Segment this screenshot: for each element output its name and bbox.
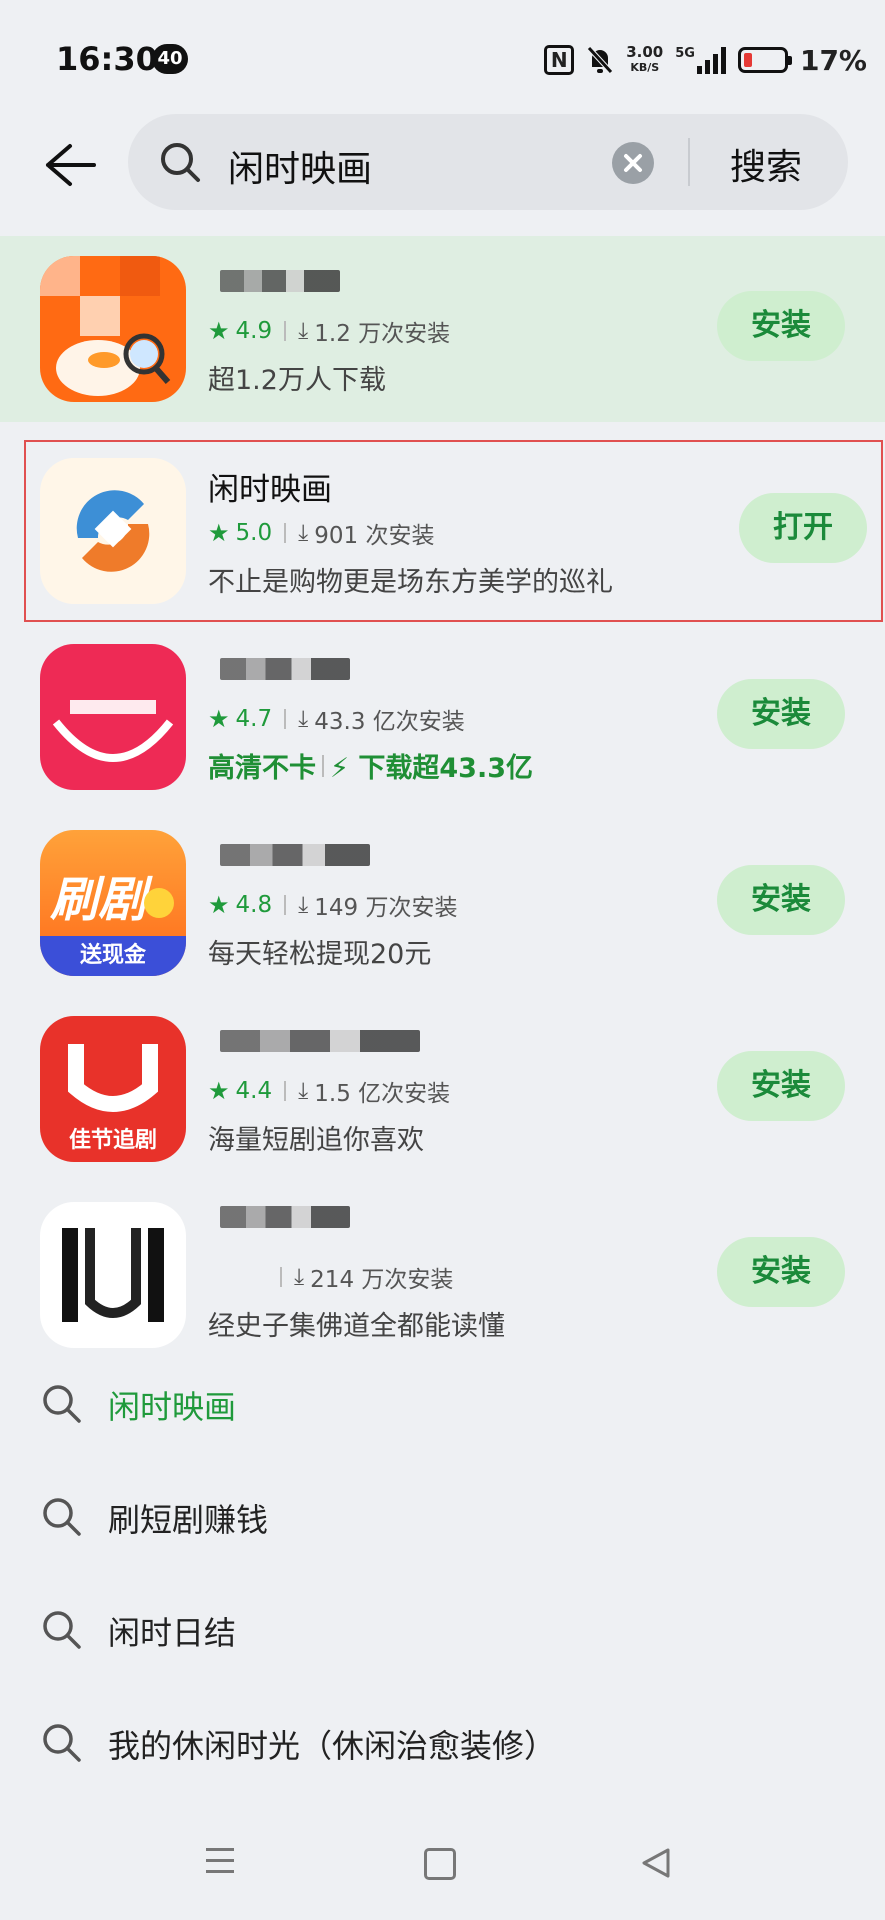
system-nav-bar (0, 1820, 885, 1920)
app-name-blurred (220, 658, 350, 680)
install-button[interactable]: 安装 (717, 1237, 845, 1307)
suggestion-text: 闲时映画 (108, 1388, 237, 1426)
download-icon: ⤓ (294, 1264, 305, 1290)
lightning-icon: ⚡ (330, 753, 349, 784)
download-icon: ⤓ (298, 892, 309, 918)
app-rating: 4.9 (235, 318, 273, 344)
app-meta: ★ 4.4 ⤓ 1.5 亿次安装 (208, 1074, 450, 1108)
app-icon-duck (40, 256, 186, 402)
star-icon: ★ (208, 519, 230, 547)
app-installs: 1.2 万次安装 (314, 321, 451, 347)
back-arrow-icon[interactable] (40, 140, 100, 190)
install-button[interactable]: 安装 (717, 865, 845, 935)
app-meta: ⤓ 214 万次安装 (208, 1260, 453, 1294)
app-name-blurred (220, 844, 370, 866)
suggestion-text: 刷短剧赚钱 (108, 1501, 269, 1539)
app-icon-red-u: 佳节追剧 (40, 1016, 186, 1162)
app-installs: 214 万次安装 (310, 1267, 454, 1293)
install-button[interactable]: 安装 (717, 1051, 845, 1121)
app-meta: ★ 4.8 ⤓ 149 万次安装 (208, 888, 457, 922)
signal-icon (696, 46, 726, 74)
search-icon (43, 1385, 81, 1423)
app-row[interactable]: 刷剧 送现金 ★ 4.8 ⤓ 149 万次安装 每天轻松提现20元 安装 (0, 810, 885, 996)
star-icon: ★ (208, 705, 230, 733)
suggestion-item[interactable]: 闲时映画 (0, 1346, 885, 1459)
app-row[interactable]: ★ 4.7 ⤓ 43.3 亿次安装 高清不卡 ⚡ 下载超43.3亿 安装 (0, 624, 885, 810)
app-meta: ★ 5.0 ⤓ 901 次安装 (208, 516, 434, 550)
app-installs: 149 万次安装 (314, 895, 458, 921)
back-triangle-icon[interactable] (640, 1846, 672, 1880)
app-name-blurred (220, 1030, 420, 1052)
clear-icon[interactable] (612, 142, 654, 184)
suggestion-item[interactable]: 我的休闲时光（休闲治愈装修） (0, 1685, 885, 1798)
app-icon-red-smile (40, 644, 186, 790)
app-desc: 经史子集佛道全都能读懂 (208, 1311, 505, 1342)
app-name-blurred (220, 1206, 350, 1228)
app-desc: 海量短剧追你喜欢 (208, 1125, 424, 1156)
notification-badge: 40 (152, 44, 188, 74)
nfc-icon: N (544, 45, 575, 75)
battery-percent: 17% (799, 43, 867, 77)
install-button[interactable]: 安装 (717, 291, 845, 361)
suggestion-text: 我的休闲时光（休闲治愈装修） (108, 1727, 557, 1765)
app-meta: ★ 4.9 ⤓ 1.2 万次安装 (208, 314, 450, 348)
status-bar: 16:30 40 N 3.00 KB/S 5G 17% (0, 0, 885, 110)
status-time: 16:30 (56, 40, 158, 78)
app-installs: 1.5 亿次安装 (314, 1081, 451, 1107)
app-rating: 5.0 (235, 520, 273, 546)
app-result-list: ★ 4.9 ⤓ 1.2 万次安装 超1.2万人下载 安装 闲时映画 ★ 5.0 ⤓ 90… (0, 236, 885, 1368)
search-icon (43, 1498, 81, 1536)
search-icon (43, 1724, 81, 1762)
download-icon: ⤓ (298, 318, 309, 344)
install-button[interactable]: 安装 (717, 679, 845, 749)
home-icon[interactable] (424, 1848, 456, 1880)
app-name: 闲时映画 (208, 472, 332, 508)
app-desc: 高清不卡 ⚡ 下载超43.3亿 (208, 753, 533, 784)
app-desc: 超1.2万人下载 (208, 365, 386, 396)
search-icon (161, 143, 200, 182)
battery-icon (737, 47, 792, 73)
app-installs: 901 次安装 (314, 523, 435, 549)
download-icon: ⤓ (298, 1078, 309, 1104)
search-icon (43, 1611, 81, 1649)
app-row-selected[interactable]: 闲时映画 ★ 5.0 ⤓ 901 次安装 不止是购物更是场东方美学的巡礼 打开 (22, 438, 885, 624)
app-rating: 4.4 (235, 1078, 273, 1104)
app-row[interactable]: 佳节追剧 ★ 4.4 ⤓ 1.5 亿次安装 海量短剧追你喜欢 安装 (0, 996, 885, 1182)
star-icon: ★ (208, 891, 230, 919)
app-row[interactable]: ⤓ 214 万次安装 经史子集佛道全都能读懂 安装 (0, 1182, 885, 1368)
app-icon-book (40, 1202, 186, 1348)
search-suggestions: 闲时映画 刷短剧赚钱 闲时日结 我的休闲时光（休闲治愈装修） (0, 1346, 885, 1798)
search-header: 闲时映画 搜索 (0, 110, 885, 220)
suggestion-item[interactable]: 闲时日结 (0, 1572, 885, 1685)
download-icon: ⤓ (298, 520, 309, 546)
open-button[interactable]: 打开 (739, 493, 867, 563)
search-divider (688, 138, 690, 186)
mute-bell-icon (587, 46, 614, 74)
suggestion-item[interactable]: 刷短剧赚钱 (0, 1459, 885, 1572)
star-icon: ★ (208, 1077, 230, 1105)
app-installs: 43.3 亿次安装 (314, 709, 465, 735)
download-icon: ⤓ (298, 706, 309, 732)
search-input[interactable]: 闲时映画 (228, 140, 372, 192)
star-icon: ★ (208, 317, 230, 345)
search-box[interactable]: 闲时映画 搜索 (128, 114, 848, 210)
network-type: 5G (675, 46, 695, 61)
app-rating: 4.7 (235, 706, 273, 732)
network-speed: 3.00 KB/S (626, 43, 664, 75)
app-rating: 4.8 (235, 892, 273, 918)
app-icon-xianshi (40, 458, 186, 604)
app-icon-shuaju: 刷剧 送现金 (40, 830, 186, 976)
search-button[interactable]: 搜索 (730, 138, 802, 190)
suggestion-text: 闲时日结 (108, 1614, 237, 1652)
app-row[interactable]: ★ 4.9 ⤓ 1.2 万次安装 超1.2万人下载 安装 (0, 236, 885, 422)
menu-icon[interactable] (206, 1848, 234, 1881)
app-desc: 每天轻松提现20元 (208, 939, 432, 970)
app-meta: ★ 4.7 ⤓ 43.3 亿次安装 (208, 702, 465, 736)
app-desc: 不止是购物更是场东方美学的巡礼 (208, 567, 613, 598)
app-name-blurred (220, 270, 340, 292)
